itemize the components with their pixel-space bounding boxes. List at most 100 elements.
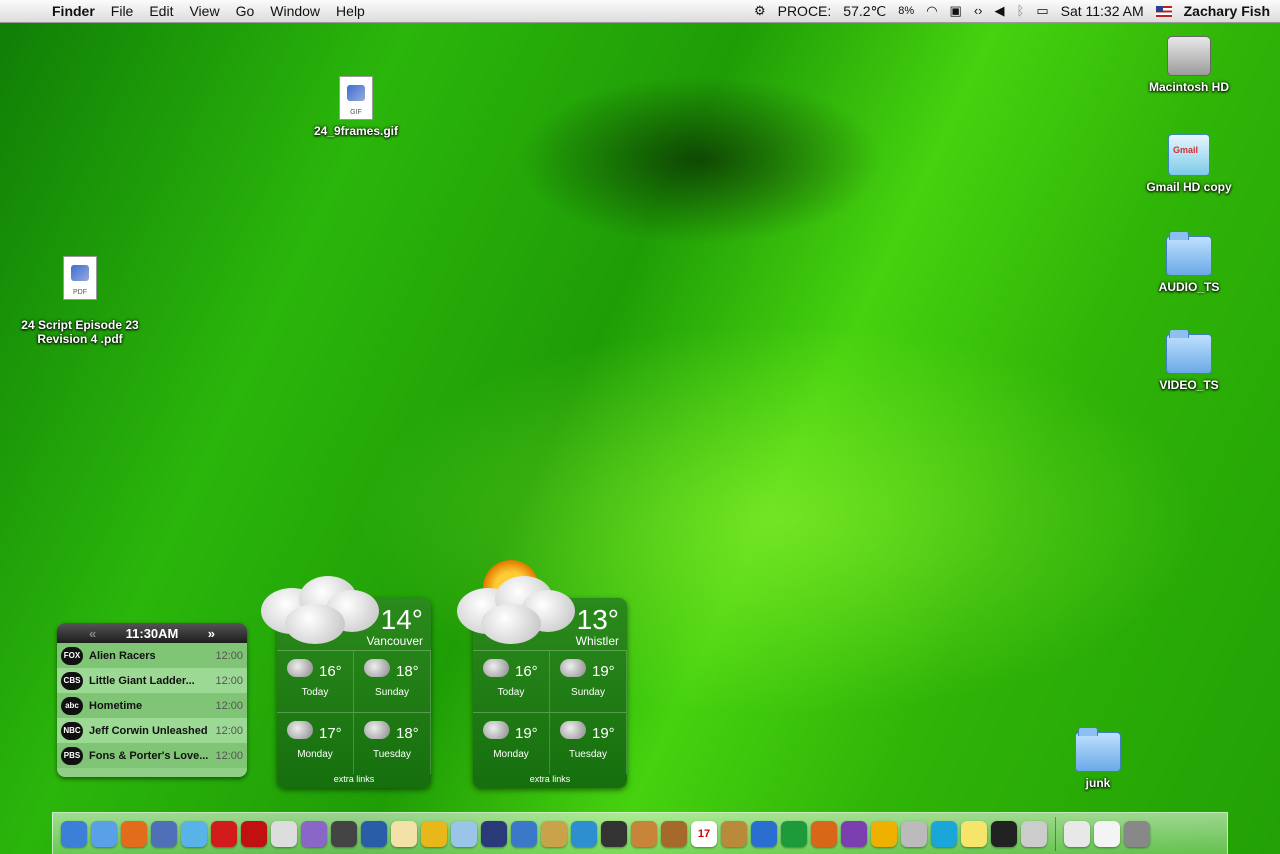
show-time: 12:00 (215, 724, 243, 737)
weather-widget-whistler[interactable]: 13° Whistler 16° Today 19° Sunday 19° Mo… (457, 560, 627, 788)
fox-logo-icon: FOX (61, 646, 83, 665)
battery-percent: 8% (898, 5, 915, 17)
forecast-day: Tuesday (373, 749, 411, 760)
forecast-day: Monday (297, 749, 333, 760)
desktop-icon-gif[interactable]: GIF 24_9frames.gif (281, 76, 431, 138)
ichat-icon[interactable] (181, 820, 207, 847)
cpu-temp[interactable]: 57.2℃ (843, 3, 886, 20)
scan-icon[interactable] (211, 820, 237, 847)
current-temp: 14° (380, 604, 423, 635)
desktop-icon-gmail-hd[interactable]: Gmail HD copy (1114, 134, 1264, 194)
clock[interactable]: Sat 11:32 AM (1061, 3, 1144, 19)
cloud-sun-icon (483, 659, 509, 677)
imovie-icon[interactable] (331, 820, 357, 847)
forecast-day: Tuesday (569, 749, 607, 760)
trash-icon[interactable] (1124, 820, 1150, 847)
tv-row[interactable]: PBS Fons & Porter's Love... 12:00 (57, 743, 247, 768)
excel-icon[interactable] (781, 820, 807, 847)
battery-icon[interactable]: ▭ (1036, 0, 1048, 22)
abc-logo-icon: abc (61, 696, 83, 715)
menu-file[interactable]: File (103, 0, 142, 22)
folder-icon (1166, 329, 1212, 374)
utility-icon[interactable] (1021, 820, 1047, 847)
tv-header: « 11:30AM » (57, 623, 247, 643)
forecast-day: Today (497, 687, 525, 698)
bluetooth-icon[interactable]: ᛒ (1017, 0, 1025, 22)
menu-help[interactable]: Help (328, 0, 373, 22)
desktop-icon-pdf[interactable]: PDF 24 Script Episode 23 Revision 4 .pdf (5, 242, 155, 360)
next-icon[interactable]: » (208, 626, 215, 641)
hammer-icon[interactable] (661, 820, 687, 847)
cloud-sun-icon (287, 659, 313, 677)
menu-go[interactable]: Go (228, 0, 263, 22)
volume-icon[interactable]: ◀ (995, 0, 1005, 22)
arrows-icon[interactable]: ‹› (974, 0, 983, 22)
final-cut-icon[interactable] (481, 820, 507, 847)
desktop-icon-video-ts[interactable]: VIDEO_TS (1114, 329, 1264, 392)
menu-edit[interactable]: Edit (141, 0, 181, 22)
gmail-drive-icon (1168, 134, 1210, 176)
tv-listings-widget[interactable]: « 11:30AM » FOX Alien Racers 12:00 CBS L… (57, 623, 247, 777)
system-preferences-icon[interactable] (901, 820, 927, 847)
quicktime-icon[interactable] (511, 820, 537, 847)
gif-file-icon: GIF (339, 76, 373, 120)
previous-icon[interactable]: « (89, 626, 96, 641)
powerpoint-icon[interactable] (811, 820, 837, 847)
weather-widget-vancouver[interactable]: 14° Vancouver 16° Today 18° Sunday 17° M… (261, 576, 431, 788)
ical-icon[interactable]: 17 (691, 820, 717, 847)
current-temp: 13° (576, 604, 619, 635)
stickies-icon[interactable] (961, 820, 987, 847)
acrobat-icon[interactable] (241, 820, 267, 847)
terminal-icon[interactable] (991, 820, 1017, 847)
display-icon[interactable]: ▣ (950, 0, 962, 22)
garageband-icon[interactable] (631, 820, 657, 847)
xcode-icon[interactable] (151, 820, 177, 847)
apple-menu-icon[interactable] (18, 3, 34, 19)
preview-icon[interactable] (391, 820, 417, 847)
network-icon[interactable] (571, 820, 597, 847)
user-menu[interactable]: Zachary Fish (1184, 3, 1270, 19)
wifi-icon[interactable]: ◠ (926, 0, 937, 22)
forecast-cell: 16° Today (277, 650, 354, 712)
tv-row[interactable]: CBS Little Giant Ladder... 12:00 (57, 668, 247, 693)
idvd-icon[interactable] (361, 820, 387, 847)
gear-icon[interactable]: ⚙ (754, 0, 766, 22)
extra-links[interactable]: extra links (473, 774, 627, 784)
firefox-icon[interactable] (121, 820, 147, 847)
iphoto-icon[interactable] (421, 820, 447, 847)
mail-icon[interactable] (1064, 820, 1090, 847)
entourage-icon[interactable] (841, 820, 867, 847)
sign-icon[interactable] (871, 820, 897, 847)
documents-icon[interactable] (1094, 820, 1120, 847)
dvd-player-icon[interactable] (301, 820, 327, 847)
app-menu-finder[interactable]: Finder (44, 0, 103, 22)
show-time: 12:00 (215, 649, 243, 662)
extra-links[interactable]: extra links (277, 774, 431, 784)
safari-icon[interactable] (91, 820, 117, 847)
forecast-cell: 19° Monday (473, 712, 550, 774)
sun-cloud-icon (560, 721, 586, 739)
forecast-temp: 16° (319, 663, 342, 680)
us-flag-icon[interactable] (1155, 5, 1172, 17)
sync-icon[interactable] (931, 820, 957, 847)
tv-row[interactable]: abc Hometime 12:00 (57, 693, 247, 718)
tv-row[interactable]: NBC Jeff Corwin Unleashed 12:00 (57, 718, 247, 743)
tv-row[interactable]: FOX Alien Racers 12:00 (57, 643, 247, 668)
photo-booth-icon[interactable] (541, 820, 567, 847)
show-title: Jeff Corwin Unleashed (89, 724, 208, 737)
folder-icon (1075, 727, 1121, 772)
desktop-icon-junk[interactable]: junk (1023, 727, 1173, 790)
address-book-icon[interactable] (721, 820, 747, 847)
chess-icon[interactable] (271, 820, 297, 847)
menu-window[interactable]: Window (262, 0, 328, 22)
hat-icon[interactable] (601, 820, 627, 847)
desktop-icon-macintosh-hd[interactable]: Macintosh HD (1114, 36, 1264, 94)
show-title: Alien Racers (89, 649, 156, 662)
desktop-icon-audio-ts[interactable]: AUDIO_TS (1114, 231, 1264, 294)
finder-icon[interactable] (61, 820, 87, 847)
menu-view[interactable]: View (181, 0, 227, 22)
menu-bar: Finder File Edit View Go Window Help ⚙ P… (0, 0, 1280, 23)
itunes-icon[interactable] (451, 820, 477, 847)
word-icon[interactable] (751, 820, 777, 847)
storm-icon (364, 659, 390, 677)
